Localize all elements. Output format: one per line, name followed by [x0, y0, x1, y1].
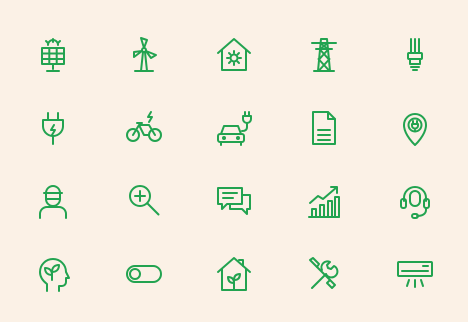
- worker-person-icon: [8, 164, 98, 237]
- eco-house-icon: [189, 237, 279, 310]
- toggle-switch-icon: [98, 237, 188, 310]
- air-conditioner-icon: [370, 237, 460, 310]
- solar-house-icon: [189, 18, 279, 91]
- solar-panel-icon: [8, 18, 98, 91]
- wind-turbine-icon: [98, 18, 188, 91]
- wrench-screwdriver-icon: [279, 237, 369, 310]
- document-icon: [279, 91, 369, 164]
- growth-bar-chart-icon: [279, 164, 369, 237]
- electric-car-charging-icon: [189, 91, 279, 164]
- electric-bicycle-icon: [98, 91, 188, 164]
- headset-support-icon: [370, 164, 460, 237]
- icon-sheet: [0, 0, 468, 322]
- icon-grid: [8, 18, 460, 310]
- led-bulb-icon: [370, 18, 460, 91]
- power-pylon-icon: [279, 18, 369, 91]
- power-plug-icon: [8, 91, 98, 164]
- eco-head-icon: [8, 237, 98, 310]
- chat-bubbles-icon: [189, 164, 279, 237]
- zoom-in-magnifier-icon: [98, 164, 188, 237]
- charging-location-pin-icon: [370, 91, 460, 164]
